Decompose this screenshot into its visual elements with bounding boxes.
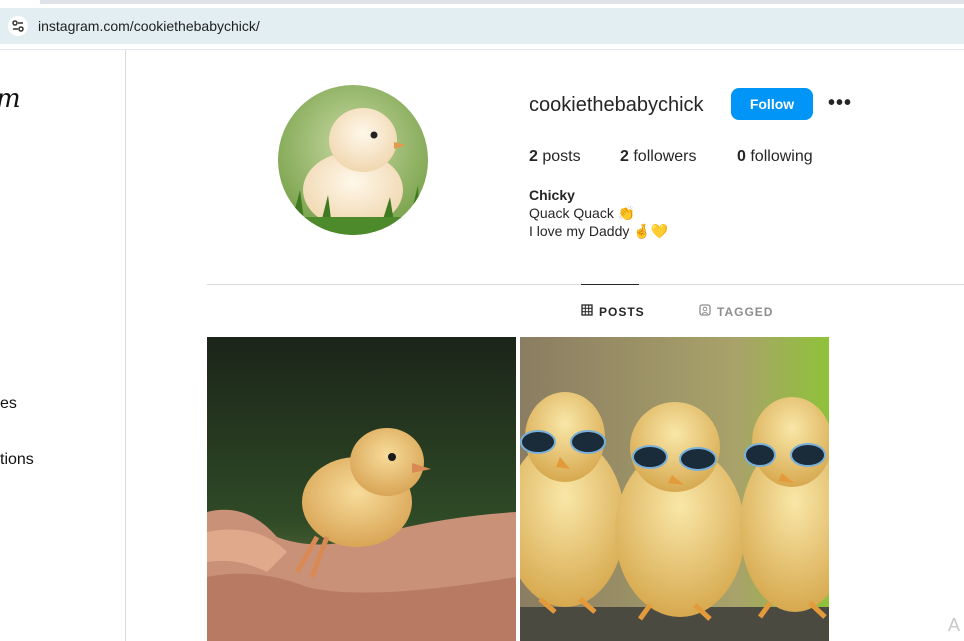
sidebar-item-messages[interactable]: es — [0, 395, 17, 413]
follow-button[interactable]: Follow — [731, 88, 813, 120]
tab-strip — [40, 0, 964, 4]
sidebar: m es tions — [0, 50, 126, 641]
bio-line-2: I love my Daddy 🤞💛 — [529, 223, 669, 239]
grid-icon — [581, 304, 593, 319]
more-options-icon[interactable]: ••• — [828, 92, 856, 116]
corner-text-fragment: A — [948, 615, 961, 635]
profile-username: cookiethebabychick — [529, 94, 704, 116]
tab-tagged[interactable]: TAGGED — [699, 304, 773, 319]
tune-icon[interactable] — [8, 16, 28, 36]
profile-avatar[interactable] — [278, 85, 428, 235]
browser-toolbar: instagram.com/cookiethebabychick/ — [0, 0, 964, 50]
followers-link[interactable]: 2 followers — [620, 148, 697, 166]
active-tab-indicator — [581, 284, 639, 285]
bio-line-1: Quack Quack 👏 — [529, 205, 636, 221]
profile-display-name: Chicky — [529, 187, 575, 203]
sidebar-item-notifications[interactable]: tions — [0, 451, 34, 469]
following-link[interactable]: 0 following — [737, 148, 813, 166]
post-thumbnail-2[interactable] — [520, 337, 829, 641]
tab-posts[interactable]: POSTS — [581, 304, 645, 319]
url-text[interactable]: instagram.com/cookiethebabychick/ — [38, 18, 260, 34]
address-bar[interactable]: instagram.com/cookiethebabychick/ — [0, 8, 964, 44]
tag-person-icon — [699, 304, 711, 319]
posts-count: 2 posts — [529, 148, 581, 165]
post-thumbnail-1[interactable] — [207, 337, 516, 641]
instagram-logo[interactable]: m — [0, 84, 21, 114]
